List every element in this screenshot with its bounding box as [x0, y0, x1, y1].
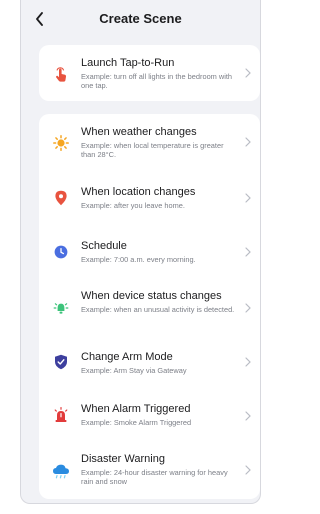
- device-status-change-item[interactable]: When device status changes Example: when…: [39, 278, 260, 336]
- alarm-triggered-text: When Alarm Triggered Example: Smoke Alar…: [81, 402, 239, 427]
- item-title: When device status changes: [81, 290, 222, 302]
- item-title: Schedule: [81, 240, 127, 252]
- item-title: Disaster Warning: [81, 453, 165, 465]
- item-description: Example: turn off all lights in the bedr…: [81, 72, 233, 90]
- item-title: Change Arm Mode: [81, 351, 173, 363]
- create-scene-screen: Create Scene Launch Tap-to-Run Example: …: [20, 0, 261, 504]
- shield-check-icon: [52, 353, 70, 371]
- page-title: Create Scene: [99, 11, 182, 26]
- rain-cloud-icon: [52, 462, 70, 480]
- item-description: Example: 7:00 a.m. every morning.: [81, 255, 196, 264]
- weather-change-text: When weather changes Example: when local…: [81, 125, 239, 159]
- item-title: When location changes: [81, 186, 196, 198]
- chevron-right-icon: [244, 410, 252, 422]
- sun-icon: [52, 134, 70, 152]
- location-change-text: When location changes Example: after you…: [81, 185, 239, 210]
- item-title: Launch Tap-to-Run: [81, 57, 175, 69]
- chevron-right-icon: [244, 136, 252, 148]
- chevron-right-icon: [244, 192, 252, 204]
- change-arm-mode-text: Change Arm Mode Example: Arm Stay via Ga…: [81, 350, 239, 375]
- chevron-right-icon: [244, 67, 252, 79]
- tap-hand-icon: [52, 66, 70, 84]
- chevron-right-icon: [244, 302, 252, 314]
- device-status-change-text: When device status changes Example: when…: [81, 289, 239, 314]
- item-title: When weather changes: [81, 126, 197, 138]
- location-pin-icon: [52, 189, 70, 207]
- chevron-right-icon: [244, 356, 252, 368]
- item-description: Example: when an unusual activity is det…: [81, 305, 235, 314]
- schedule-text: Schedule Example: 7:00 a.m. every mornin…: [81, 239, 239, 264]
- item-description: Example: Smoke Alarm Triggered: [81, 418, 192, 427]
- weather-change-item[interactable]: When weather changes Example: when local…: [39, 114, 260, 170]
- location-change-item[interactable]: When location changes Example: after you…: [39, 170, 260, 224]
- chevron-right-icon: [244, 464, 252, 476]
- item-description: Example: Arm Stay via Gateway: [81, 366, 187, 375]
- launch-tap-to-run-text: Launch Tap-to-Run Example: turn off all …: [81, 56, 239, 90]
- item-description: Example: after you leave home.: [81, 201, 185, 210]
- item-description: Example: when local temperature is great…: [81, 141, 224, 159]
- schedule-item[interactable]: Schedule Example: 7:00 a.m. every mornin…: [39, 224, 260, 278]
- condition-list-card: When weather changes Example: when local…: [39, 114, 260, 499]
- alarm-triggered-item[interactable]: When Alarm Triggered Example: Smoke Alar…: [39, 388, 260, 442]
- clock-icon: [52, 243, 70, 261]
- alarm-siren-icon: [52, 406, 70, 424]
- device-status-icon: [52, 300, 70, 318]
- disaster-warning-item[interactable]: Disaster Warning Example: 24-hour disast…: [39, 442, 260, 499]
- disaster-warning-text: Disaster Warning Example: 24-hour disast…: [81, 452, 239, 486]
- change-arm-mode-item[interactable]: Change Arm Mode Example: Arm Stay via Ga…: [39, 336, 260, 388]
- tap-to-run-card: Launch Tap-to-Run Example: turn off all …: [39, 45, 260, 101]
- item-description: Example: 24-hour disaster warning for he…: [81, 468, 228, 486]
- header: Create Scene: [21, 0, 260, 38]
- launch-tap-to-run-item[interactable]: Launch Tap-to-Run Example: turn off all …: [39, 45, 260, 101]
- item-title: When Alarm Triggered: [81, 403, 191, 415]
- chevron-right-icon: [244, 246, 252, 258]
